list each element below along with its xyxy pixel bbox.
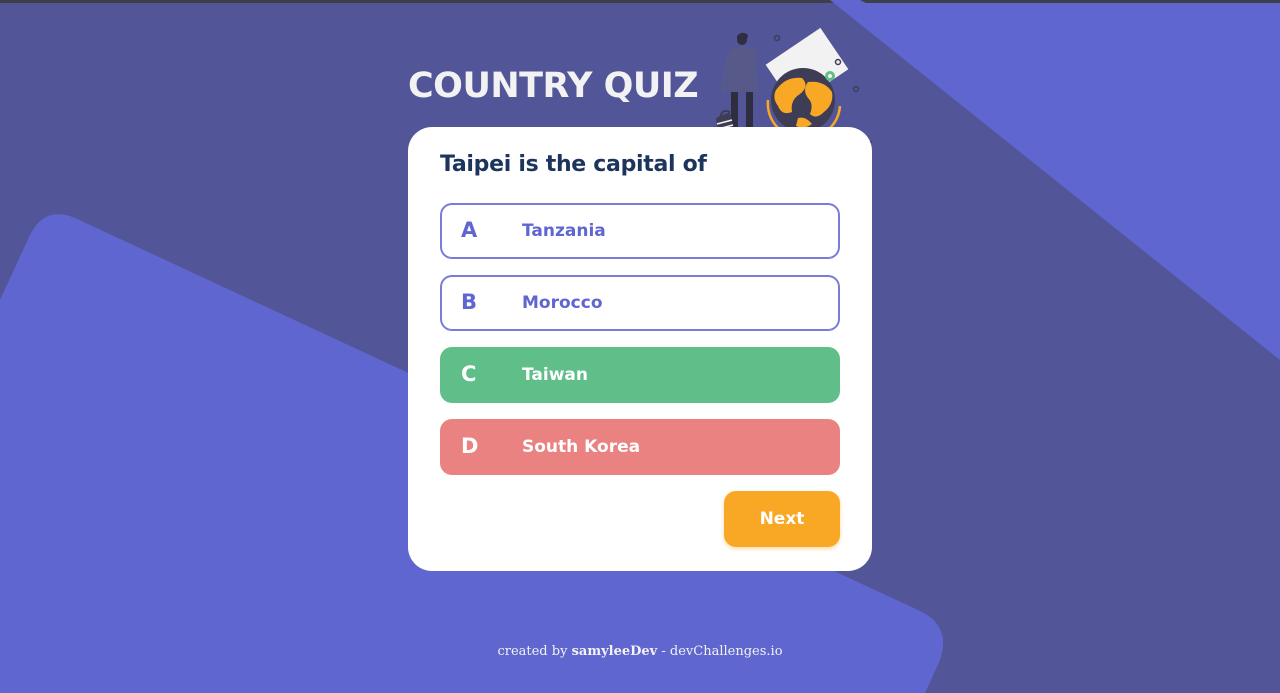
- option-letter: D: [461, 434, 479, 458]
- footer-prefix: created by: [497, 644, 568, 659]
- option-letter: C: [461, 362, 477, 386]
- app-title: COUNTRY QUIZ: [408, 66, 699, 106]
- option-letter: A: [461, 218, 478, 242]
- question-text: Taipei is the capital of: [440, 152, 707, 177]
- option-label: Tanzania: [522, 221, 606, 241]
- footer-credit: created by samyleeDev - devChallenges.io: [0, 644, 1280, 659]
- footer-author: samyleeDev: [571, 644, 658, 659]
- next-button[interactable]: Next: [724, 491, 840, 547]
- option-c-button-correct[interactable]: C Taiwan: [440, 347, 840, 403]
- option-label: Taiwan: [522, 365, 588, 385]
- option-d-button-wrong[interactable]: D South Korea: [440, 419, 840, 475]
- option-label: Morocco: [522, 293, 603, 313]
- traveler-with-globe-icon: [710, 27, 872, 143]
- option-a-button[interactable]: A Tanzania: [440, 203, 840, 259]
- option-letter: B: [461, 290, 478, 314]
- quiz-card: Taipei is the capital of A Tanzania B Mo…: [408, 127, 872, 571]
- footer-site: devChallenges.io: [669, 644, 783, 659]
- footer-separator: -: [661, 644, 666, 659]
- option-label: South Korea: [522, 437, 641, 457]
- option-b-button[interactable]: B Morocco: [440, 275, 840, 331]
